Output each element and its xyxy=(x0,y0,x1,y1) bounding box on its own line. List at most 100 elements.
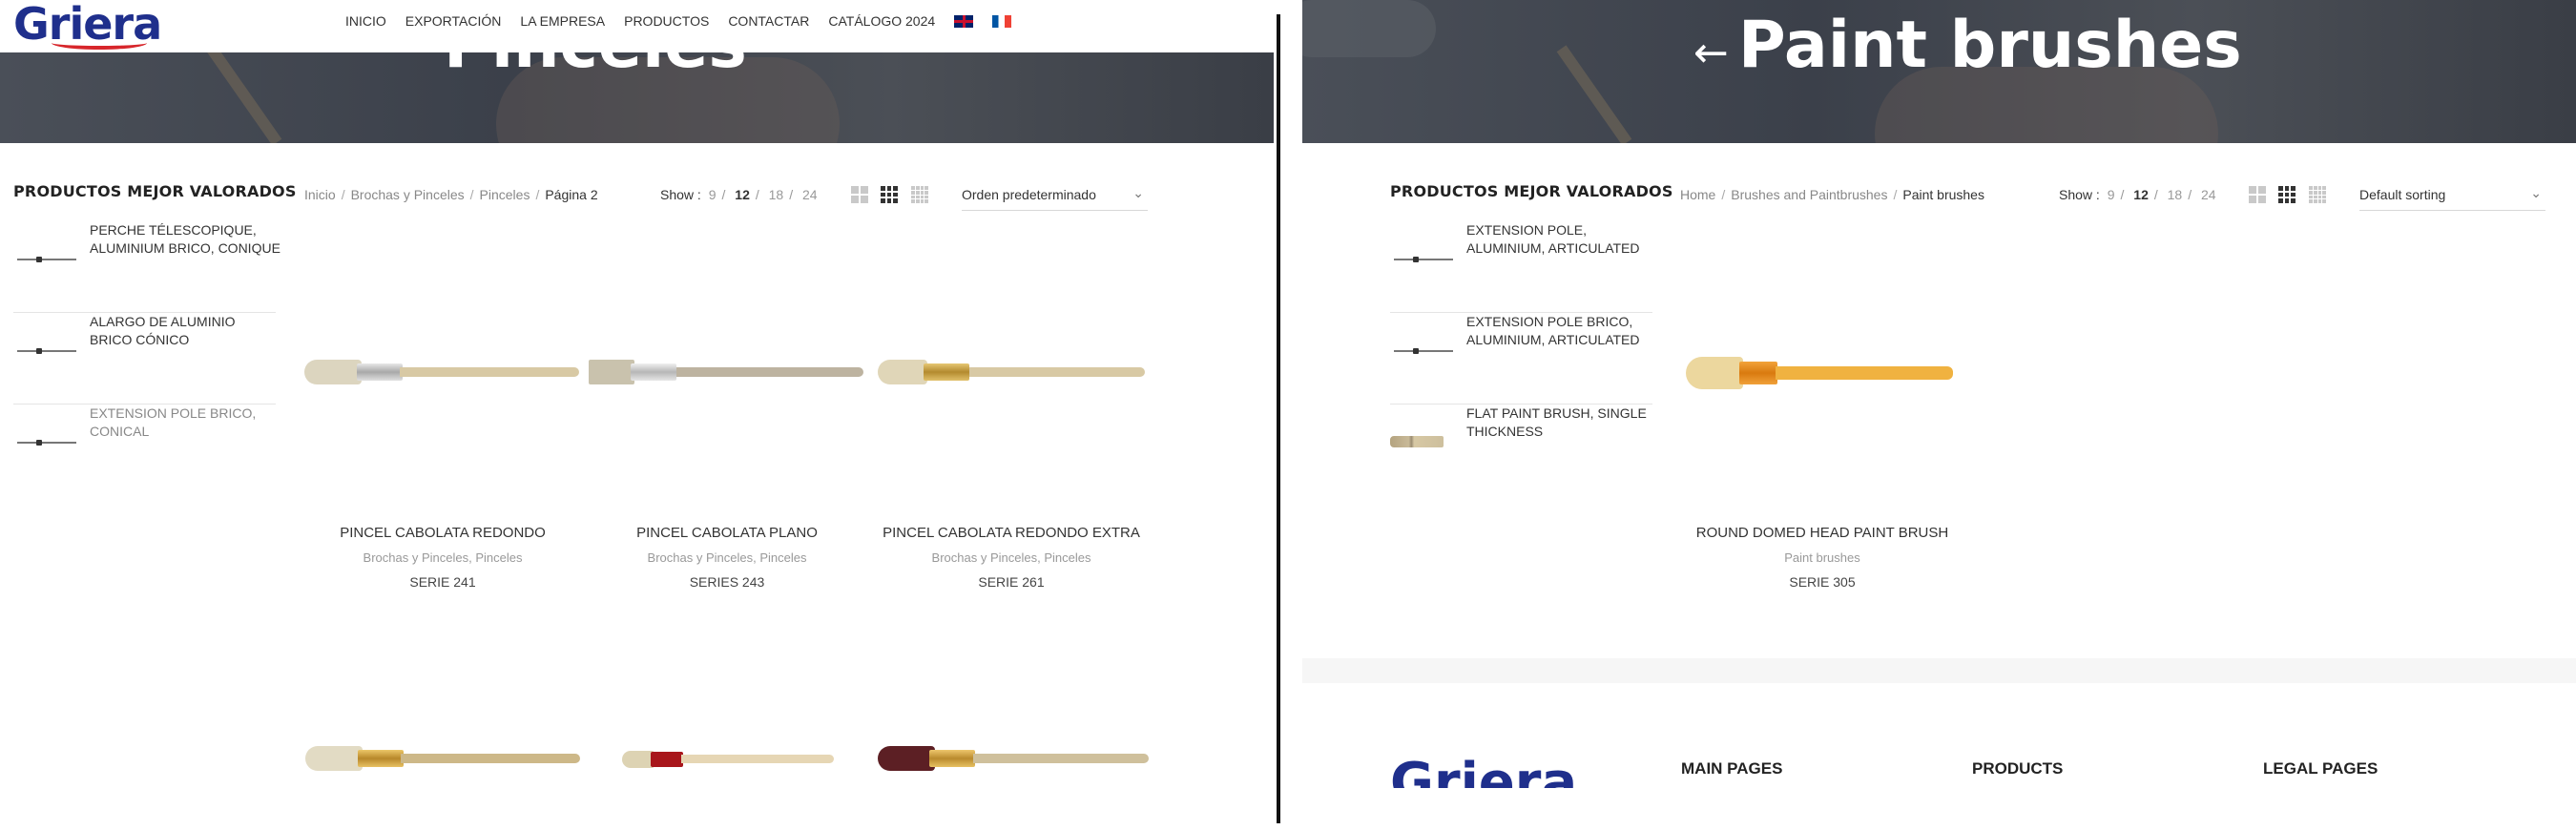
sidebar-product-name[interactable]: EXTENSION POLE BRICO, CONICAL xyxy=(90,405,280,441)
chevron-down-icon: ⌄ xyxy=(2530,185,2542,200)
footer-heading-main-pages: MAIN PAGES xyxy=(1681,759,1783,778)
sort-dropdown[interactable]: Default sorting ⌄ xyxy=(2359,185,2545,211)
product-series: SERIES 243 xyxy=(689,574,765,590)
product-series: SERIE 305 xyxy=(1789,574,1856,590)
chevron-down-icon: ⌄ xyxy=(1132,185,1144,200)
site-header: Griera INICIO EXPORTACIÓN LA EMPRESA PRO… xyxy=(0,0,1274,52)
per-page-selector: Show : 9/ 12/ 18/ 24 xyxy=(2059,187,2216,202)
product-series: SERIE 261 xyxy=(978,574,1045,590)
hero-decoration xyxy=(206,45,282,143)
product-title[interactable]: ROUND DOMED HEAD PAINT BRUSH xyxy=(1684,525,1961,541)
sidebar-product[interactable]: PERCHE TÉLESCOPIQUE, ALUMINIUM BRICO, CO… xyxy=(13,221,280,313)
flag-uk-icon[interactable] xyxy=(954,15,974,28)
sidebar-product-name[interactable]: EXTENSION POLE, ALUMINIUM, ARTICULATED xyxy=(1466,221,1657,258)
per-page-12[interactable]: 12 xyxy=(2133,187,2149,202)
category-link[interactable]: Brochas y Pinceles xyxy=(932,550,1038,565)
product-title[interactable]: PINCEL CABOLATA REDONDO xyxy=(304,525,581,541)
product-thumbnail[interactable] xyxy=(1390,433,1457,452)
product-title[interactable]: PINCEL CABOLATA REDONDO EXTRA xyxy=(873,525,1150,541)
breadcrumb-current: Página 2 xyxy=(545,187,598,202)
product-title[interactable]: PINCEL CABOLATA PLANO xyxy=(589,525,865,541)
product-categories: Brochas y Pinceles, Pinceles xyxy=(363,550,523,565)
per-page-18[interactable]: 18 xyxy=(769,187,784,202)
product-series: SERIE 241 xyxy=(409,574,476,590)
per-page-selector: Show : 9/ 12/ 18/ 24 xyxy=(660,187,818,202)
grid-2-icon[interactable] xyxy=(2249,186,2266,203)
product-thumbnail[interactable] xyxy=(13,433,80,452)
nav-exportacion[interactable]: EXPORTACIÓN xyxy=(405,13,502,29)
sidebar-product[interactable]: FLAT PAINT BRUSH, SINGLE THICKNESS xyxy=(1390,405,1652,495)
footer-logo[interactable]: Griera xyxy=(1390,752,1590,788)
breadcrumb-home[interactable]: Home xyxy=(1680,187,1715,202)
category-link[interactable]: Pinceles xyxy=(475,550,522,565)
per-page-9[interactable]: 9 xyxy=(709,187,717,202)
nav-inicio[interactable]: INICIO xyxy=(345,13,386,29)
product-thumbnail[interactable] xyxy=(1390,342,1457,361)
footer-separator xyxy=(1302,658,2576,683)
category-link[interactable]: Paint brushes xyxy=(1784,550,1860,565)
nav-contactar[interactable]: CONTACTAR xyxy=(728,13,809,29)
grid-2-icon[interactable] xyxy=(851,186,868,203)
breadcrumb-home[interactable]: Inicio xyxy=(304,187,336,202)
page-title-wrap: ← Paint brushes xyxy=(1693,8,2242,92)
breadcrumb-category[interactable]: Brushes and Paintbrushes xyxy=(1731,187,1887,202)
sidebar-product-name[interactable]: PERCHE TÉLESCOPIQUE, ALUMINIUM BRICO, CO… xyxy=(90,221,280,258)
per-page-12[interactable]: 12 xyxy=(735,187,750,202)
sidebar-product[interactable]: EXTENSION POLE, ALUMINIUM, ARTICULATED xyxy=(1390,221,1652,313)
arrow-left-icon[interactable]: ← xyxy=(1693,29,1729,77)
nav-productos[interactable]: PRODUCTOS xyxy=(624,13,709,29)
nav-la-empresa[interactable]: LA EMPRESA xyxy=(520,13,605,29)
breadcrumb-subcategory[interactable]: Pinceles xyxy=(480,187,530,202)
sidebar-product-name[interactable]: FLAT PAINT BRUSH, SINGLE THICKNESS xyxy=(1466,405,1657,441)
show-label: Show : xyxy=(2059,187,2100,202)
hero-decoration xyxy=(1556,45,1632,143)
per-page-18[interactable]: 18 xyxy=(2168,187,2183,202)
grid-4-icon[interactable] xyxy=(911,186,928,203)
breadcrumb-current: Paint brushes xyxy=(1902,187,1984,202)
product-categories: Brochas y Pinceles, Pinceles xyxy=(647,550,807,565)
breadcrumb-category[interactable]: Brochas y Pinceles xyxy=(351,187,465,202)
product-info: ROUND DOMED HEAD PAINT BRUSH Paint brush… xyxy=(1684,525,1961,590)
product-thumbnail[interactable] xyxy=(13,342,80,361)
per-page-24[interactable]: 24 xyxy=(2201,187,2216,202)
sidebar-product[interactable]: EXTENSION POLE BRICO, CONICAL xyxy=(13,405,276,495)
hero-decoration xyxy=(1302,0,1436,57)
sort-value: Orden predeterminado xyxy=(962,187,1096,202)
sort-dropdown[interactable]: Orden predeterminado ⌄ xyxy=(962,185,1148,211)
grid-3-icon[interactable] xyxy=(881,186,898,203)
product-info: PINCEL CABOLATA REDONDO Brochas y Pincel… xyxy=(304,525,581,590)
sort-value: Default sorting xyxy=(2359,187,2446,202)
show-label: Show : xyxy=(660,187,701,202)
footer-heading-legal-pages: LEGAL PAGES xyxy=(2263,759,2379,778)
product-info: PINCEL CABOLATA PLANO Brochas y Pinceles… xyxy=(589,525,865,590)
sidebar-product-name[interactable]: ALARGO DE ALUMINIO BRICO CÓNICO xyxy=(90,313,280,349)
sidebar-product[interactable]: EXTENSION POLE BRICO, ALUMINIUM, ARTICUL… xyxy=(1390,313,1652,405)
product-categories: Brochas y Pinceles, Pinceles xyxy=(931,550,1091,565)
per-page-9[interactable]: 9 xyxy=(2108,187,2115,202)
nav-catalogo[interactable]: CATÁLOGO 2024 xyxy=(828,13,935,29)
main-nav: INICIO EXPORTACIÓN LA EMPRESA PRODUCTOS … xyxy=(345,13,1012,29)
page-title: Paint brushes xyxy=(1737,8,2242,83)
category-link[interactable]: Pinceles xyxy=(759,550,806,565)
category-link[interactable]: Brochas y Pinceles xyxy=(364,550,469,565)
per-page-24[interactable]: 24 xyxy=(802,187,818,202)
window-divider xyxy=(1277,14,1280,823)
category-link[interactable]: Pinceles xyxy=(1044,550,1091,565)
sidebar-product-name[interactable]: EXTENSION POLE BRICO, ALUMINIUM, ARTICUL… xyxy=(1466,313,1657,349)
right-window: ← Paint brushes PRODUCTOS MEJOR VALORADOS… xyxy=(1302,0,2576,830)
sidebar-product[interactable]: ALARGO DE ALUMINIO BRICO CÓNICO xyxy=(13,313,276,405)
breadcrumb: Inicio / Brochas y Pinceles / Pinceles / Págin… xyxy=(304,187,598,202)
left-window: Pinceles Griera INICIO EXPORTACIÓN LA EM… xyxy=(0,0,1274,830)
flag-fr-icon[interactable] xyxy=(992,15,1012,28)
sidebar-title: PRODUCTOS MEJOR VALORADOS xyxy=(1390,182,1673,200)
footer-heading-products: PRODUCTS xyxy=(1972,759,2064,778)
product-thumbnail[interactable] xyxy=(1390,250,1457,269)
breadcrumb: Home / Brushes and Paintbrushes / Paint brus… xyxy=(1680,187,1984,202)
site-logo[interactable]: Griera xyxy=(13,0,162,50)
grid-4-icon[interactable] xyxy=(2309,186,2326,203)
grid-3-icon[interactable] xyxy=(2278,186,2296,203)
category-link[interactable]: Brochas y Pinceles xyxy=(648,550,754,565)
footer-logo-text: Griera xyxy=(1390,752,1578,788)
product-thumbnail[interactable] xyxy=(13,250,80,269)
hero-banner: ← Paint brushes xyxy=(1302,0,2576,143)
